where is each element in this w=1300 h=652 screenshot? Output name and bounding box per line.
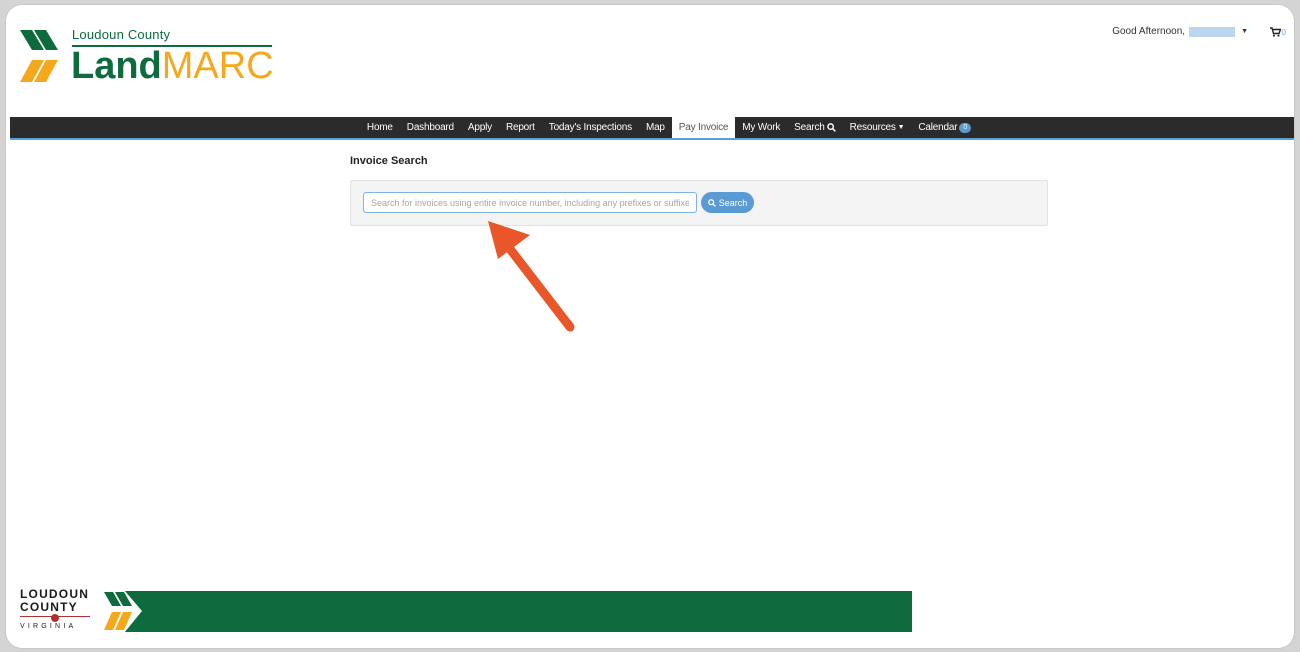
user-menu[interactable]: Good Afternoon, ▼ <box>1112 26 1248 37</box>
logo-brand-marc: MARC <box>161 45 274 87</box>
landmarc-logo[interactable]: Loudoun County LandMARC <box>20 23 280 93</box>
nav-dashboard[interactable]: Dashboard <box>400 117 461 138</box>
nav-pay-invoice-label: Pay Invoice <box>678 122 729 133</box>
nav-map-label: Map <box>645 122 665 133</box>
nav-apply[interactable]: Apply <box>461 117 499 138</box>
nav-items: Home Dashboard Apply Report Today's Insp… <box>360 117 978 138</box>
cart-count: 0 <box>1281 27 1286 37</box>
caret-down-icon: ▼ <box>897 124 905 131</box>
nav-home-label: Home <box>366 122 393 133</box>
nav-dashboard-label: Dashboard <box>406 122 454 133</box>
footer-logo-line2: COUNTY <box>20 600 78 614</box>
invoice-search-panel: Search <box>350 180 1048 226</box>
nav-calendar-label: Calendar <box>918 122 958 133</box>
chevron-logo-icon <box>20 30 58 82</box>
nav-home[interactable]: Home <box>360 117 400 138</box>
footer-county-logo[interactable]: LOUDOUN COUNTY VIRGINIA <box>20 588 110 638</box>
nav-report[interactable]: Report <box>499 117 542 138</box>
nav-pay-invoice[interactable]: Pay Invoice <box>671 117 736 138</box>
main-navbar: Home Dashboard Apply Report Today's Insp… <box>10 117 1294 140</box>
invoice-search-input[interactable] <box>363 192 697 213</box>
search-button-label: Search <box>718 197 748 208</box>
calendar-badge: 0 <box>959 122 972 133</box>
logo-brand: LandMARC <box>71 44 274 88</box>
cart-link[interactable]: 0 <box>1269 27 1286 37</box>
search-icon <box>707 198 716 207</box>
logo-county-text: Loudoun County <box>72 27 171 42</box>
seal-icon <box>51 614 59 622</box>
nav-resources[interactable]: Resources ▼ <box>843 117 912 138</box>
footer-chevron-icon <box>102 590 142 633</box>
nav-todays-inspections[interactable]: Today's Inspections <box>542 117 639 138</box>
nav-my-work-label: My Work <box>742 122 781 133</box>
nav-my-work[interactable]: My Work <box>735 117 787 138</box>
user-name-redacted <box>1189 26 1236 37</box>
nav-calendar[interactable]: Calendar 0 <box>911 117 978 138</box>
cart-icon <box>1269 27 1281 37</box>
footer-green-band <box>124 591 912 632</box>
nav-resources-label: Resources <box>849 122 896 133</box>
nav-map[interactable]: Map <box>639 117 672 138</box>
caret-down-icon: ▼ <box>1241 28 1248 35</box>
nav-report-label: Report <box>505 122 535 133</box>
search-button[interactable]: Search <box>701 192 754 213</box>
search-icon <box>826 123 836 132</box>
footer-logo-line3: VIRGINIA <box>20 623 77 630</box>
logo-brand-land: Land <box>71 45 162 87</box>
nav-search[interactable]: Search <box>787 117 843 138</box>
browser-frame: Loudoun County LandMARC Good Afternoon, … <box>6 5 1294 648</box>
page-title: Invoice Search <box>350 155 428 167</box>
annotation-arrow-icon <box>488 221 575 332</box>
nav-search-label: Search <box>794 122 825 133</box>
nav-apply-label: Apply <box>467 122 492 133</box>
greeting-text: Good Afternoon, <box>1112 26 1186 37</box>
nav-todays-inspections-label: Today's Inspections <box>548 122 632 133</box>
